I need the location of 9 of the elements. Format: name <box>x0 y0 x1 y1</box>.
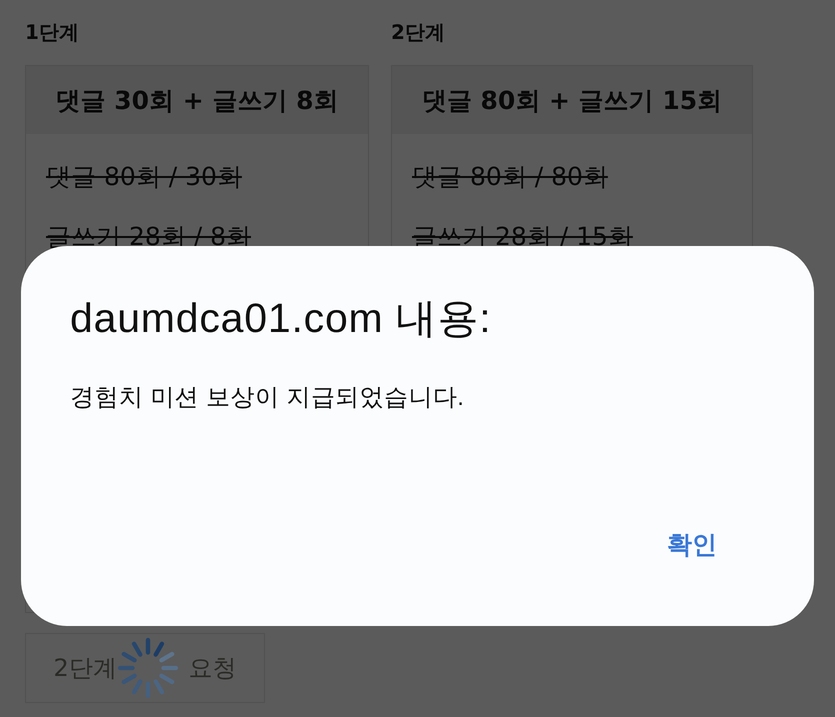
mission-title: 댓글 80회 + 글쓰기 15회 <box>392 66 752 134</box>
dialog-title: daumdca01.com 내용: <box>70 294 492 343</box>
stage-label: 2단계 <box>391 19 445 46</box>
progress-text: 댓글 80회 / 80회 <box>412 161 608 193</box>
progress-text: 댓글 80회 / 30회 <box>46 161 242 193</box>
stage-label: 1단계 <box>25 19 79 46</box>
mission-title: 댓글 30회 + 글쓰기 8회 <box>26 66 368 134</box>
confirm-button[interactable]: 확인 <box>661 524 765 566</box>
dialog-message: 경험치 미션 보상이 지급되었습니다. <box>70 383 464 413</box>
